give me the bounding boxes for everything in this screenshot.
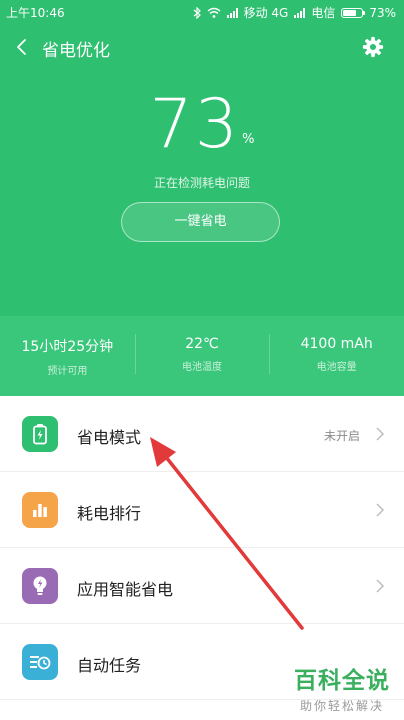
feature-list: 省电模式 未开启 耗电排行 应用智能省电 自动任务 [0,396,404,700]
stat-temperature: 22℃ 电池温度 [134,316,270,396]
list-item-smart-app-saving[interactable]: 应用智能省电 [0,548,404,624]
percent-sign: % [242,132,255,147]
list-item-status: 未开启 [323,429,360,443]
page-title: 省电优化 [42,41,110,61]
watermark: 百科全说 助你轻松解决 [294,661,390,714]
one-key-save-button[interactable]: 一键省电 [121,202,280,242]
battery-mode-icon [22,416,58,452]
gear-icon[interactable] [362,36,384,58]
status-bar: 上午10:46 移动 4G 电信 73% [0,0,404,24]
battery-percent-display: 73% [0,85,404,164]
list-item-label: 自动任务 [77,656,142,675]
chevron-right-icon [376,427,385,441]
bar-chart-icon [22,492,58,528]
wifi-icon [207,7,221,18]
battery-percent: 73 [149,85,241,164]
detecting-text: 正在检测耗电问题 [153,176,250,190]
stat-capacity: 4100 mAh 电池容量 [269,316,404,396]
list-item-label: 耗电排行 [77,504,142,523]
watermark-title: 百科全说 [294,668,390,694]
stat-label: 电池温度 [182,362,222,373]
list-item-label: 省电模式 [77,428,142,447]
chevron-right-icon [376,579,385,593]
status-time: 上午10:46 [6,6,65,20]
battery-stats: 15小时25分钟 预计可用 22℃ 电池温度 4100 mAh 电池容量 [0,316,404,396]
signal-icon [226,7,238,18]
list-item-power-ranking[interactable]: 耗电排行 [0,472,404,548]
lightbulb-icon [22,568,58,604]
list-item-power-saving-mode[interactable]: 省电模式 未开启 [0,396,404,472]
signal-icon [294,7,306,18]
scheduled-task-icon [22,644,58,680]
carrier-1: 移动 4G [243,6,289,20]
stat-remaining-time: 15小时25分钟 预计可用 [0,316,135,396]
battery-level [343,9,357,16]
list-item-label: 应用智能省电 [77,580,174,599]
stat-label: 预计可用 [47,366,88,377]
stat-value: 4100 mAh [300,336,373,352]
stat-value: 15小时25分钟 [21,339,114,355]
stat-label: 电池容量 [316,362,357,373]
back-arrow-icon[interactable] [12,36,34,58]
status-icons: 移动 4G 电信 73% [193,4,396,21]
battery-icon [341,7,366,18]
bluetooth-icon [193,6,201,19]
watermark-subtitle: 助你轻松解决 [299,699,384,713]
battery-text: 73% [369,5,396,20]
chevron-right-icon [376,503,385,517]
carrier-2: 电信 [311,6,336,20]
stat-value: 22℃ [185,336,219,352]
